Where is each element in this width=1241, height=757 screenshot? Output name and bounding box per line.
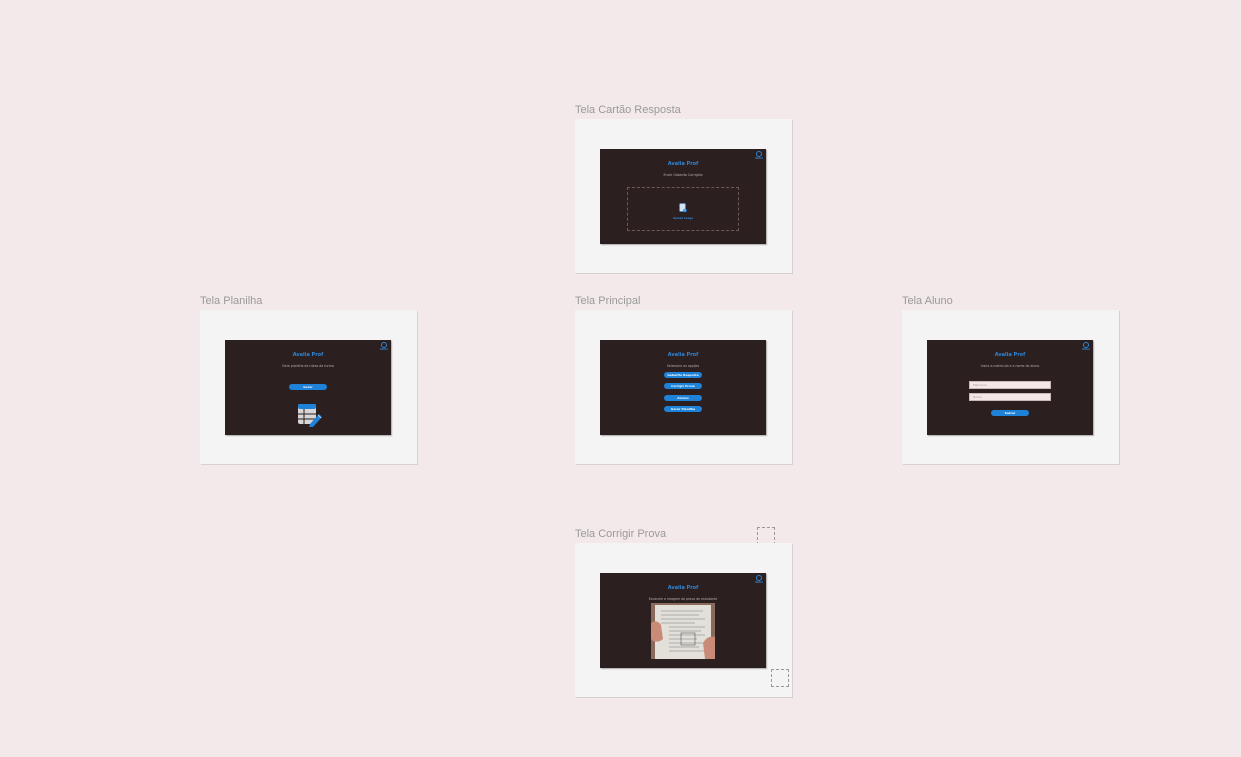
app-screen: Avalia Prof Selecione as opções Gabarito… [600, 340, 766, 435]
app-title: Avalia Prof [667, 585, 699, 591]
back-button[interactable]: Voltar [754, 575, 764, 584]
upload-dropzone[interactable]: Upload Image [627, 187, 739, 231]
save-button[interactable]: Salvar [991, 410, 1029, 416]
screen-subtitle: Insira a matrícula e o nome do aluno [980, 364, 1040, 368]
screen-subtitle: Escaneie a imagem da prova do estudante [648, 597, 718, 601]
selection-handle-bottom[interactable] [771, 669, 789, 687]
back-label: Voltar [1081, 348, 1091, 351]
menu-button-corrigir[interactable]: Corrigir Prova [664, 383, 702, 389]
screen-subtitle: Envie Gabarito Corrigido [663, 173, 703, 177]
frame-title-corrigir-prova[interactable]: Tela Corrigir Prova [575, 528, 666, 540]
frame-title-aluno[interactable]: Tela Aluno [902, 295, 953, 307]
menu-button-planilha[interactable]: Gerar Planilha [664, 406, 702, 412]
menu-button-alunos[interactable]: Alunos [664, 395, 702, 401]
back-label: Voltar [379, 348, 389, 351]
app-title: Avalia Prof [292, 352, 324, 358]
nome-field[interactable]: Nome [969, 393, 1051, 401]
screen-subtitle: Gere planilha de notas da turma [282, 364, 334, 368]
back-button[interactable]: Voltar [754, 151, 764, 160]
app-title: Avalia Prof [994, 352, 1026, 358]
frame-cartao-resposta[interactable]: Avalia Prof Envie Gabarito Corrigido Vol… [575, 119, 792, 273]
frame-corrigir-prova[interactable]: Avalia Prof Escaneie a imagem da prova d… [575, 543, 792, 697]
app-title: Avalia Prof [667, 352, 699, 358]
exam-photo-image [651, 603, 715, 659]
back-label: Voltar [754, 157, 764, 160]
back-button[interactable]: Voltar [379, 342, 389, 351]
frame-title-principal[interactable]: Tela Principal [575, 295, 640, 307]
back-label: Voltar [754, 581, 764, 584]
upload-image-icon [679, 203, 687, 213]
app-screen: Avalia Prof Gere planilha de notas da tu… [225, 340, 391, 435]
frame-title-cartao-resposta[interactable]: Tela Cartão Resposta [575, 104, 681, 116]
frame-principal[interactable]: Avalia Prof Selecione as opções Gabarito… [575, 310, 792, 464]
spreadsheet-edit-icon [298, 404, 322, 427]
app-screen: Avalia Prof Envie Gabarito Corrigido Vol… [600, 149, 766, 244]
frame-aluno[interactable]: Avalia Prof Insira a matrícula e o nome … [902, 310, 1119, 464]
generate-button[interactable]: Gerar [289, 384, 327, 390]
app-screen: Avalia Prof Insira a matrícula e o nome … [927, 340, 1093, 435]
matricula-field[interactable]: Matrícula [969, 381, 1051, 389]
frame-planilha[interactable]: Avalia Prof Gere planilha de notas da tu… [200, 310, 417, 464]
menu-button-gabarito[interactable]: Gabarito Resposta [664, 372, 702, 378]
app-title: Avalia Prof [667, 161, 699, 167]
back-button[interactable]: Voltar [1081, 342, 1091, 351]
screen-subtitle: Selecione as opções [666, 364, 700, 368]
app-screen: Avalia Prof Escaneie a imagem da prova d… [600, 573, 766, 668]
upload-label: Upload Image [672, 217, 694, 220]
frame-title-planilha[interactable]: Tela Planilha [200, 295, 262, 307]
